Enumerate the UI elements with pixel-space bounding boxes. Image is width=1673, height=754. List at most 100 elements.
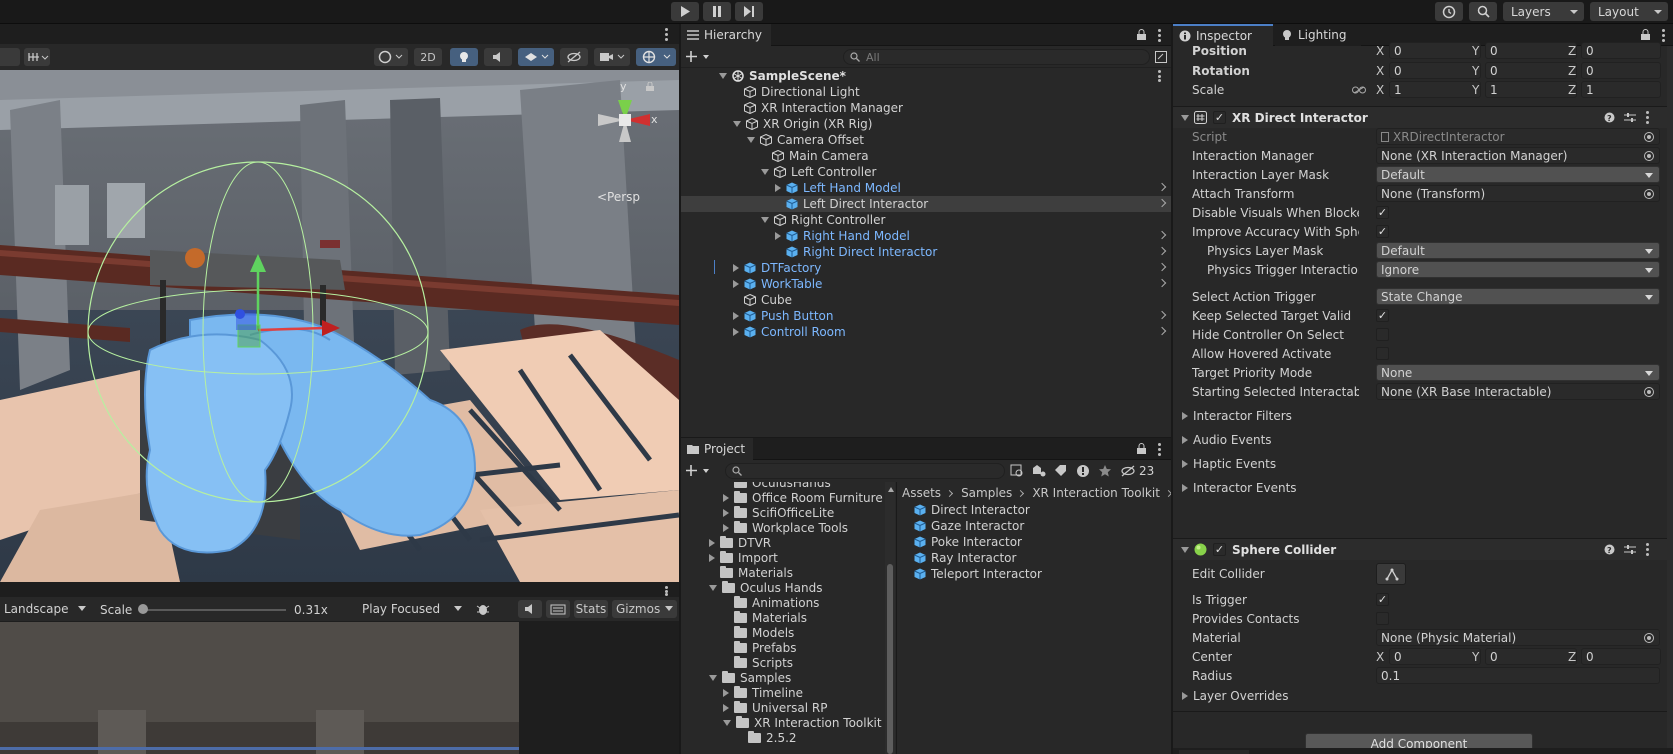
project-create-dropdown[interactable] [685, 463, 715, 479]
tab-console[interactable] [1179, 750, 1249, 754]
hierarchy-item[interactable]: Left Controller [681, 164, 1171, 180]
chevron-right-icon[interactable] [1157, 182, 1167, 192]
preset-sliders-icon[interactable] [1624, 544, 1636, 555]
tab-project[interactable]: Project [681, 438, 753, 460]
chevron-right-icon[interactable] [1157, 230, 1167, 240]
asset-item[interactable]: Poke Interactor [914, 534, 1171, 550]
collapse-arrow-icon[interactable] [733, 264, 739, 272]
collapse-arrow-icon[interactable] [733, 328, 739, 336]
project-folder-item[interactable]: Scripts [681, 655, 886, 671]
hierarchy-item[interactable]: Controll Room [681, 324, 1171, 340]
axis-value[interactable]: 0 [1389, 62, 1481, 79]
hierarchy-menu-icon[interactable] [1157, 29, 1161, 42]
axis-value[interactable]: 0 [1581, 42, 1661, 59]
breadcrumb-item[interactable]: Assets [902, 486, 941, 500]
effects-dropdown[interactable] [518, 48, 554, 66]
project-folder-item[interactable]: 2.5.2 [681, 730, 886, 746]
hierarchy-item[interactable]: XR Interaction Manager [681, 100, 1171, 116]
create-dropdown[interactable] [685, 49, 715, 65]
asset-item[interactable]: Gaze Interactor [914, 518, 1171, 534]
position-field-x[interactable]: X0 [1376, 42, 1481, 59]
search-by-type-icon[interactable] [1010, 464, 1024, 478]
collapse-arrow-icon[interactable] [723, 494, 729, 502]
hierarchy-item[interactable]: Right Direct Interactor [681, 244, 1171, 260]
scroll-up-icon[interactable] [888, 484, 894, 492]
help-icon[interactable]: ? [1604, 544, 1615, 555]
physics-trigger-interaction-dropdown[interactable]: Ignore [1376, 261, 1660, 278]
foldout-haptic-events[interactable]: Haptic Events [1173, 454, 1673, 474]
scene-root-row[interactable]: SampleScene* [681, 68, 1171, 84]
stats-button[interactable]: Stats [574, 600, 608, 618]
physics-layer-mask-dropdown[interactable]: Default [1376, 242, 1660, 259]
chevron-right-icon[interactable] [1157, 262, 1167, 272]
hidden-packages-toggle[interactable]: 23 [1120, 464, 1164, 478]
chevron-right-icon[interactable] [1157, 246, 1167, 256]
grid-snap-button[interactable] [24, 48, 50, 66]
axis-value[interactable]: 0 [1389, 648, 1481, 665]
hierarchy-item[interactable]: DTFactory [681, 260, 1171, 276]
axis-value[interactable]: 0 [1485, 42, 1577, 59]
pause-button[interactable] [703, 2, 731, 21]
breadcrumb-item[interactable]: XR Interaction Toolkit [1032, 486, 1160, 500]
play-button[interactable] [671, 2, 699, 21]
collapse-arrow-icon[interactable] [775, 232, 781, 240]
axis-value[interactable]: 0 [1485, 62, 1577, 79]
project-folder-item[interactable]: Prefabs [681, 640, 886, 656]
lighting-toggle[interactable] [450, 48, 478, 66]
chevron-right-icon[interactable] [1157, 310, 1167, 320]
toggle-2d-button[interactable]: 2D [414, 48, 442, 66]
hierarchy-item[interactable]: Camera Offset [681, 132, 1171, 148]
object-picker-icon[interactable] [1644, 151, 1654, 161]
lock-icon[interactable] [1137, 443, 1146, 454]
provides-contacts-checkbox[interactable] [1376, 612, 1389, 625]
orientation-gizmo[interactable]: y x [590, 80, 660, 152]
expand-arrow-icon[interactable] [709, 585, 717, 591]
hierarchy-item[interactable]: WorkTable [681, 276, 1171, 292]
game-tab-menu-icon[interactable] [664, 586, 668, 596]
scale-slider-handle[interactable] [138, 604, 148, 614]
sphere-collider-header[interactable]: ✓ Sphere Collider ? [1173, 538, 1673, 560]
asset-item[interactable]: Ray Interactor [914, 550, 1171, 566]
rotation-field-x[interactable]: X0 [1376, 62, 1481, 79]
collapse-arrow-icon[interactable] [733, 312, 739, 320]
breadcrumb-item[interactable]: Samples [961, 486, 1012, 500]
expand-arrow-icon[interactable] [761, 169, 769, 175]
hierarchy-search-input[interactable]: All [843, 49, 1150, 65]
play-mode-dropdown[interactable]: Play Focused [356, 600, 466, 618]
project-folder-item[interactable]: Workplace Tools [681, 520, 886, 536]
allow-hovered-activate-checkbox[interactable] [1376, 347, 1389, 360]
project-folder-item[interactable]: Office Room Furniture [681, 490, 886, 506]
rotation-field-y[interactable]: Y0 [1472, 62, 1577, 79]
axis-value[interactable]: 0 [1485, 648, 1577, 665]
project-folder-item[interactable]: Timeline [681, 685, 886, 701]
search-button[interactable] [1469, 2, 1497, 21]
scene-camera-dropdown[interactable] [594, 48, 630, 66]
step-button[interactable] [735, 2, 763, 21]
chevron-right-icon[interactable] [1157, 278, 1167, 288]
layout-dropdown[interactable]: Layout [1590, 2, 1668, 21]
collapse-arrow-icon[interactable] [709, 554, 715, 562]
aspect-dropdown[interactable]: Landscape [0, 600, 90, 618]
physic-material-field[interactable]: None (Physic Material) [1376, 629, 1660, 646]
scale-field-x[interactable]: X1 [1376, 81, 1481, 98]
inspector-scrollbar[interactable] [1667, 46, 1673, 748]
gizmos-dropdown[interactable] [636, 48, 676, 66]
component-menu-icon[interactable] [1645, 111, 1649, 124]
collapse-arrow-icon[interactable] [775, 184, 781, 192]
object-picker-icon[interactable] [1644, 633, 1654, 643]
lock-icon[interactable] [1641, 29, 1650, 40]
project-folder-item[interactable]: Universal RP [681, 700, 886, 716]
xr-direct-interactor-header[interactable]: ✓ XR Direct Interactor ? [1173, 106, 1673, 128]
target-priority-mode-dropdown[interactable]: None [1376, 364, 1660, 381]
hierarchy-item[interactable]: Right Hand Model [681, 228, 1171, 244]
scrollbar-thumb[interactable] [887, 564, 893, 754]
inspector-menu-icon[interactable] [1661, 29, 1665, 42]
keyboard-shortcuts-button[interactable] [546, 600, 570, 618]
center-field-z[interactable]: Z0 [1568, 648, 1661, 665]
position-field-z[interactable]: Z0 [1568, 42, 1661, 59]
axis-value[interactable]: 0 [1581, 648, 1661, 665]
object-picker-icon[interactable] [1644, 189, 1654, 199]
chevron-right-icon[interactable] [1157, 198, 1167, 208]
center-field-x[interactable]: X0 [1376, 648, 1481, 665]
hierarchy-item[interactable]: Main Camera [681, 148, 1171, 164]
